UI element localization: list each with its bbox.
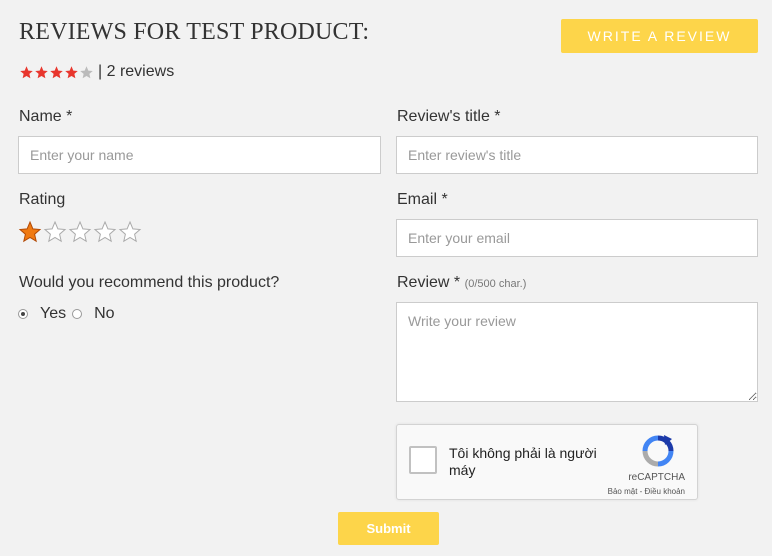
submit-button[interactable]: Submit — [338, 512, 439, 545]
review-label-text: Review * — [397, 274, 461, 291]
page-title: REVIEWS FOR TEST PRODUCT: — [19, 19, 370, 45]
star-icon — [35, 65, 48, 78]
rating-stars-input[interactable] — [18, 220, 143, 244]
yes-radio[interactable] — [18, 309, 28, 319]
review-title-label: Review's title * — [397, 108, 501, 125]
recommend-options: Yes No — [18, 304, 121, 324]
rating-label: Rating — [19, 191, 66, 208]
review-count: 2 reviews — [106, 63, 175, 80]
email-input[interactable] — [396, 219, 758, 257]
name-label: Name * — [19, 108, 73, 125]
recaptcha-links[interactable]: Bảo mật - Điều khoản — [608, 487, 685, 496]
no-label[interactable]: No — [94, 305, 114, 323]
star-icon — [50, 65, 63, 78]
yes-label[interactable]: Yes — [40, 305, 66, 323]
char-count-hint: (0/500 char.) — [464, 278, 527, 290]
star-icon[interactable] — [93, 220, 117, 244]
star-icon[interactable] — [68, 220, 92, 244]
recaptcha-brand: reCAPTCHA — [628, 472, 685, 483]
summary-separator: | — [98, 63, 103, 80]
review-title-input[interactable] — [396, 136, 758, 174]
star-icon[interactable] — [43, 220, 67, 244]
captcha-checkbox[interactable] — [409, 446, 437, 474]
recaptcha-widget: Tôi không phải là người máy reCAPTCHA Bả… — [396, 424, 698, 500]
review-textarea[interactable] — [396, 302, 758, 402]
star-icon — [65, 65, 78, 78]
average-rating-stars — [19, 65, 94, 80]
recaptcha-logo-icon — [642, 435, 674, 467]
star-icon[interactable] — [118, 220, 142, 244]
write-review-button[interactable]: WRITE A REVIEW — [561, 19, 758, 53]
star-icon[interactable] — [18, 220, 42, 244]
review-label: Review * (0/500 char.) — [397, 274, 526, 292]
captcha-text: Tôi không phải là người máy — [449, 445, 597, 478]
recommend-question: Would you recommend this product? — [19, 274, 280, 291]
star-icon — [20, 65, 33, 78]
star-icon — [80, 65, 93, 78]
email-label: Email * — [397, 191, 448, 208]
name-input[interactable] — [18, 136, 381, 174]
no-radio[interactable] — [72, 309, 83, 319]
rating-summary: | 2 reviews — [19, 62, 174, 82]
